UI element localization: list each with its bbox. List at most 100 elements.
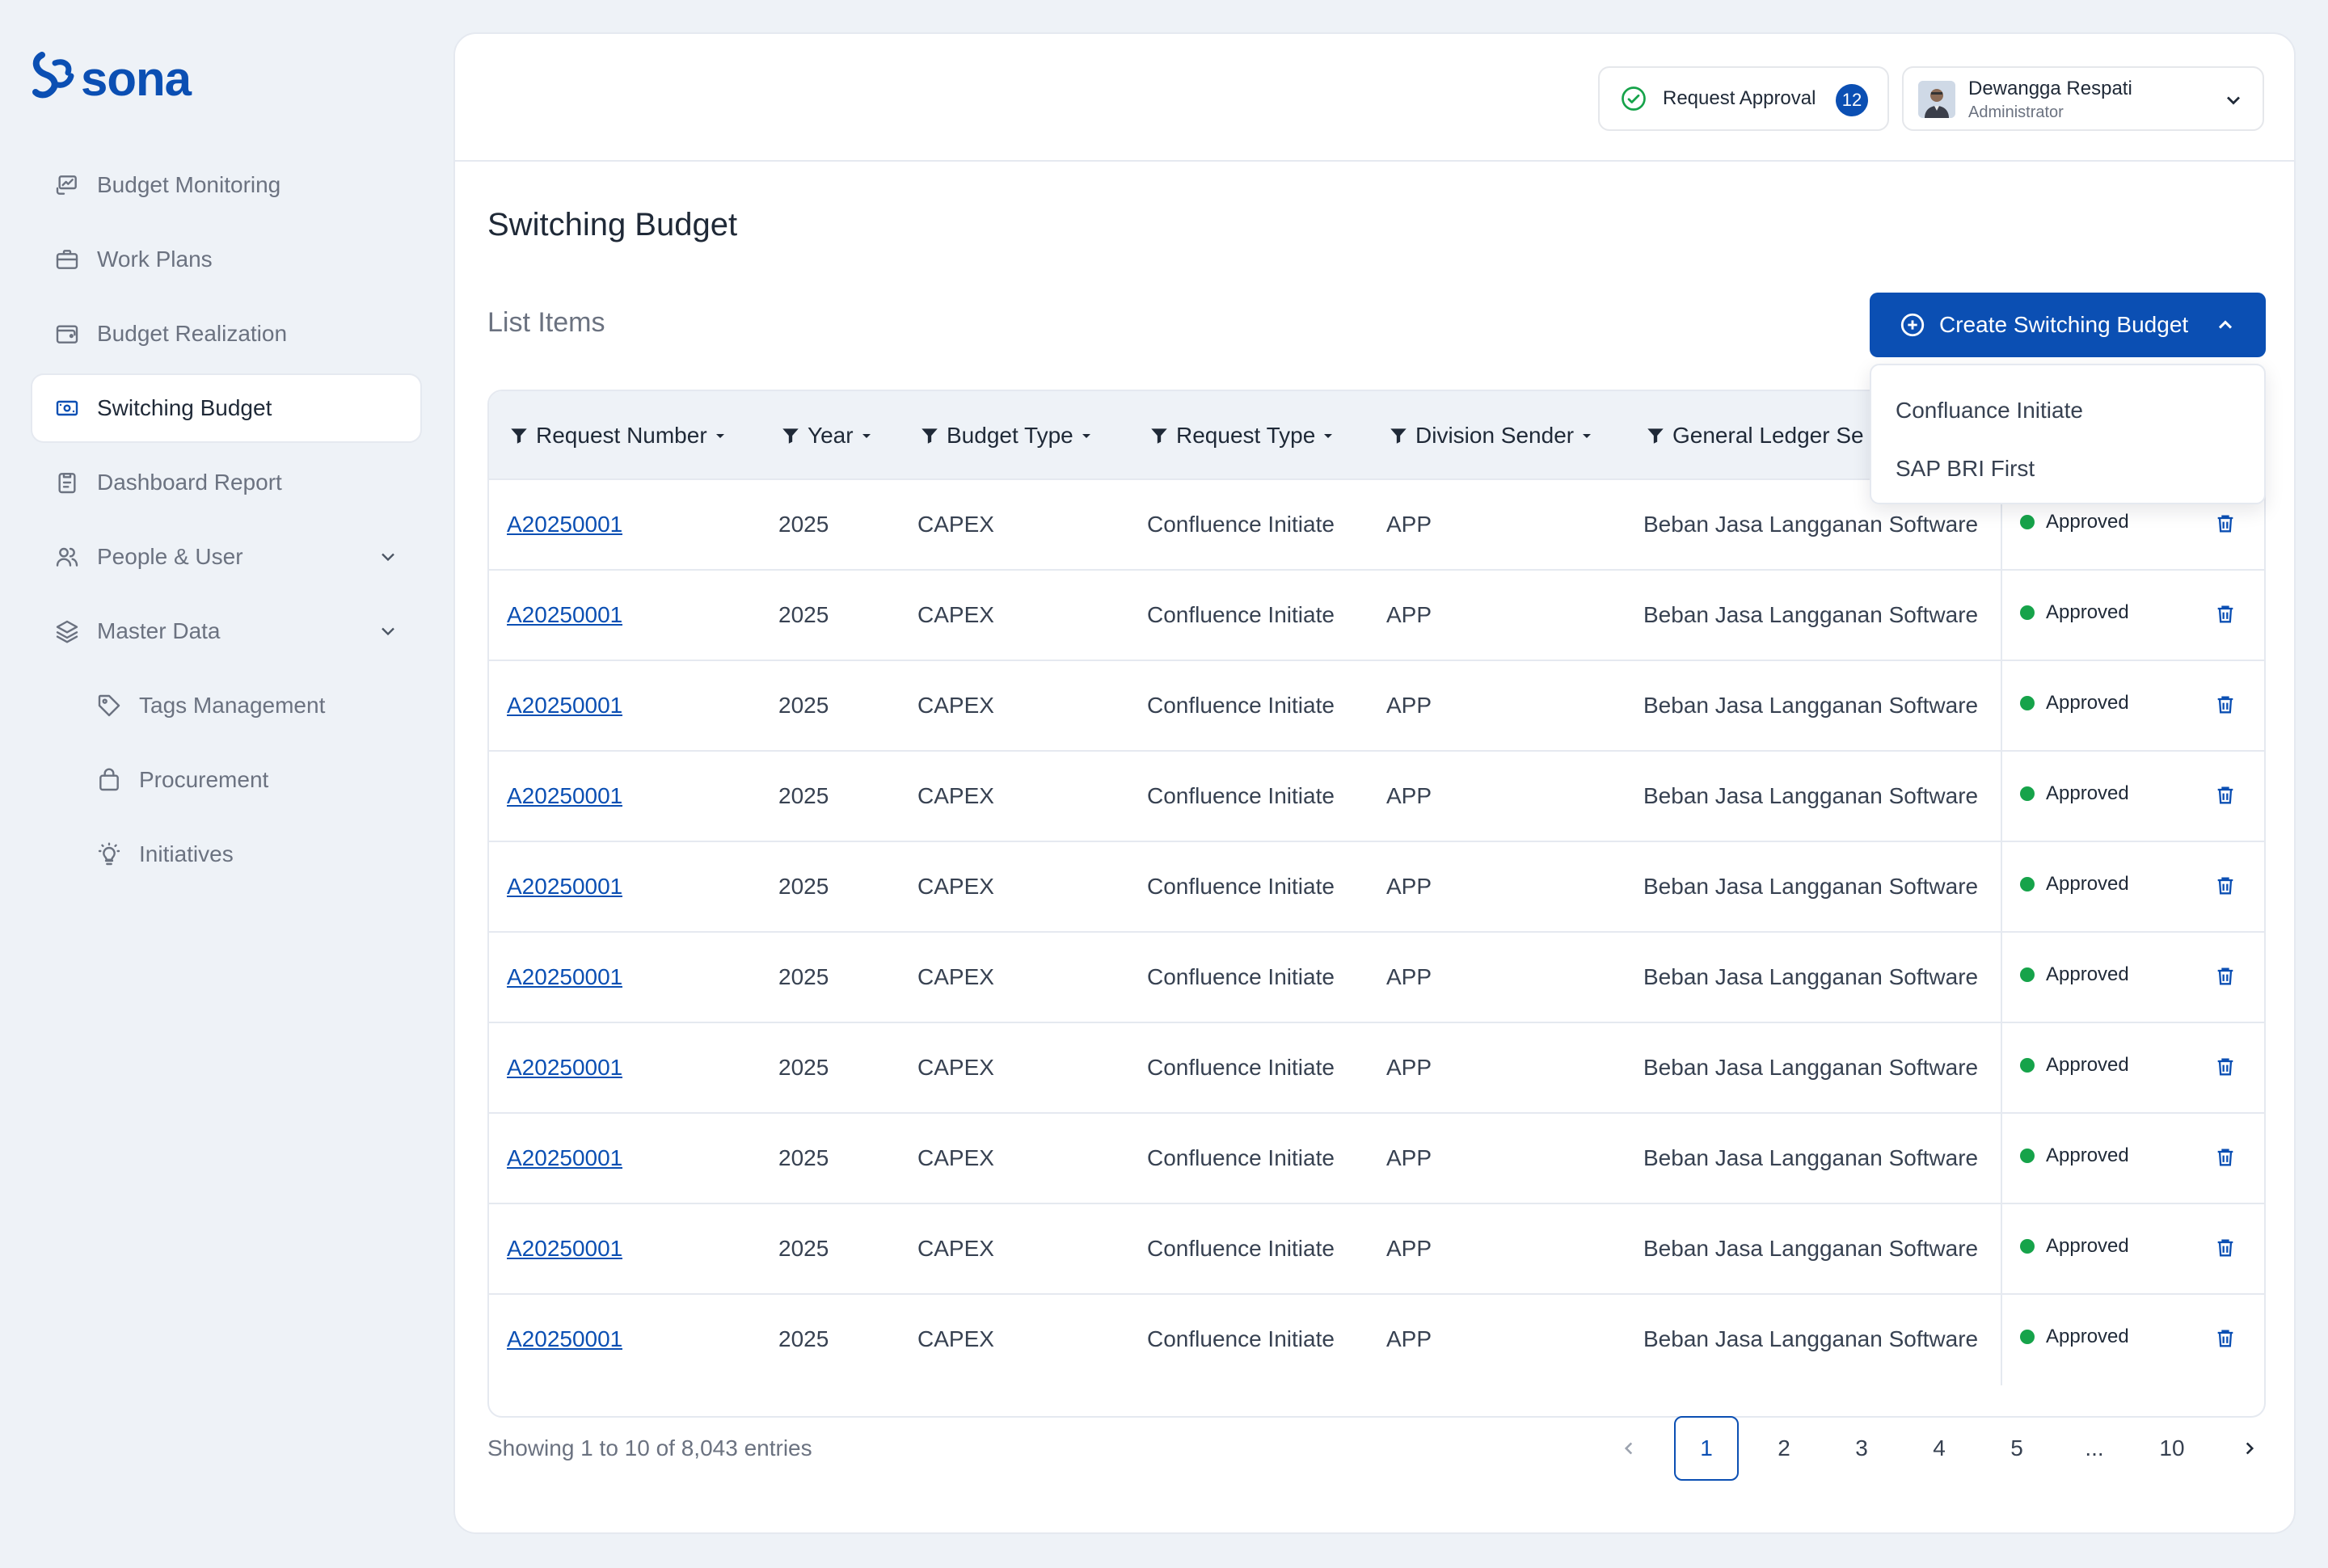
sort-caret-icon[interactable] (1580, 429, 1593, 442)
filter-icon[interactable] (1149, 425, 1170, 446)
sidebar-item-master-data[interactable]: Master Data (32, 598, 420, 664)
filter-icon[interactable] (1645, 425, 1666, 446)
year-cell: 2025 (778, 964, 829, 989)
status-dot (2020, 967, 2035, 982)
user-menu[interactable]: Dewangga Respati Administrator (1902, 66, 2264, 131)
next-page-button[interactable] (2217, 1416, 2282, 1481)
page-button-10[interactable]: 10 (2140, 1416, 2204, 1481)
request-type-cell: Confluence Initiate (1147, 512, 1335, 537)
menu-item-confluance-initiate[interactable]: Confluance Initiate (1871, 381, 2264, 440)
entries-summary: Showing 1 to 10 of 8,043 entries (487, 1435, 812, 1461)
division-sender-cell: APP (1386, 693, 1432, 718)
sidebar-nav: Budget Monitoring Work Plans Budget Real… (32, 152, 420, 896)
general-ledger-cell: Beban Jasa Langganan Software (1643, 693, 1979, 718)
briefcase-icon (53, 246, 81, 273)
column-header-request-number[interactable]: Request Number (508, 391, 727, 480)
sidebar-item-switching-budget[interactable]: Switching Budget (32, 375, 420, 441)
page-button-4[interactable]: 4 (1907, 1416, 1972, 1481)
status-badge: Approved (2020, 692, 2129, 714)
sidebar-item-dashboard-report[interactable]: Dashboard Report (32, 449, 420, 516)
year-cell: 2025 (778, 512, 829, 537)
sort-caret-icon[interactable] (1322, 429, 1335, 442)
menu-item-sap-bri-first[interactable]: SAP BRI First (1871, 440, 2264, 498)
sidebar-item-initiatives[interactable]: Initiatives (32, 821, 420, 887)
page-title: Switching Budget (487, 207, 738, 242)
trash-icon[interactable] (2214, 512, 2238, 537)
column-header-general-ledger[interactable]: General Ledger Se (1645, 391, 1864, 480)
trash-icon[interactable] (2214, 1146, 2238, 1170)
page-button-1[interactable]: 1 (1674, 1416, 1739, 1481)
sidebar-item-work-plans[interactable]: Work Plans (32, 226, 420, 293)
status-label: Approved (2046, 511, 2129, 533)
sidebar-item-label: Work Plans (97, 247, 213, 272)
shopping-bag-icon (95, 766, 123, 794)
request-number-link[interactable]: A20250001 (507, 842, 622, 931)
sidebar-item-people-user[interactable]: People & User (32, 524, 420, 590)
request-approval-button[interactable]: Request Approval 12 (1598, 66, 1889, 131)
filter-icon[interactable] (508, 425, 529, 446)
trash-icon[interactable] (2214, 603, 2238, 627)
page-button-3[interactable]: 3 (1829, 1416, 1894, 1481)
sona-logo-mark-icon (32, 52, 74, 99)
chevron-down-icon[interactable] (377, 620, 399, 643)
chevron-up-icon (2214, 314, 2237, 336)
table-row: A20250001 2025 CAPEX Confluence Initiate APP… (489, 752, 2264, 842)
column-header-request-type[interactable]: Request Type (1149, 391, 1335, 480)
sidebar-item-budget-realization[interactable]: Budget Realization (32, 301, 420, 367)
sona-logo[interactable]: sona (31, 50, 192, 107)
column-header-year[interactable]: Year (780, 391, 873, 480)
sidebar-item-procurement[interactable]: Procurement (32, 747, 420, 813)
column-header-division-sender[interactable]: Division Sender (1388, 391, 1593, 480)
chevron-down-icon[interactable] (377, 546, 399, 568)
year-cell: 2025 (778, 693, 829, 718)
request-type-cell: Confluence Initiate (1147, 1145, 1335, 1170)
sort-caret-icon[interactable] (714, 429, 727, 442)
page-button-5[interactable]: 5 (1984, 1416, 2049, 1481)
trash-icon[interactable] (2214, 965, 2238, 989)
trash-icon[interactable] (2214, 693, 2238, 718)
sidebar-item-budget-monitoring[interactable]: Budget Monitoring (32, 152, 420, 218)
request-number-link[interactable]: A20250001 (507, 752, 622, 841)
division-sender-cell: APP (1386, 602, 1432, 627)
request-number-link[interactable]: A20250001 (507, 1023, 622, 1112)
chevron-down-icon[interactable] (2222, 89, 2245, 112)
create-switching-budget-button[interactable]: Create Switching Budget (1870, 293, 2266, 357)
trash-icon[interactable] (2214, 1237, 2238, 1261)
column-label: Division Sender (1415, 423, 1575, 448)
trash-icon[interactable] (2214, 1327, 2238, 1351)
trash-icon[interactable] (2214, 875, 2238, 899)
request-number-link[interactable]: A20250001 (507, 571, 622, 660)
row-actions: Approved (2001, 752, 2264, 841)
create-button-label: Create Switching Budget (1939, 312, 2189, 337)
status-dot (2020, 786, 2035, 801)
plus-circle-icon (1899, 311, 1926, 339)
request-type-cell: Confluence Initiate (1147, 1326, 1335, 1351)
request-number-link[interactable]: A20250001 (507, 661, 622, 750)
general-ledger-cell: Beban Jasa Langganan Software (1643, 964, 1979, 989)
prev-page-button[interactable] (1596, 1416, 1661, 1481)
sort-caret-icon[interactable] (1080, 429, 1093, 442)
filter-icon[interactable] (919, 425, 940, 446)
request-number-link[interactable]: A20250001 (507, 1295, 622, 1384)
request-number-link[interactable]: A20250001 (507, 1204, 622, 1293)
column-header-budget-type[interactable]: Budget Type (919, 391, 1093, 480)
request-number-link[interactable]: A20250001 (507, 1114, 622, 1203)
sidebar-item-tags-management[interactable]: Tags Management (32, 672, 420, 739)
division-sender-cell: APP (1386, 964, 1432, 989)
page-button-2[interactable]: 2 (1752, 1416, 1816, 1481)
filter-icon[interactable] (780, 425, 801, 446)
pagination: 1 2 3 4 5 ... 10 (1596, 1416, 2294, 1481)
avatar (1918, 81, 1955, 118)
status-badge: Approved (2020, 963, 2129, 986)
request-type-cell: Confluence Initiate (1147, 693, 1335, 718)
table-row: A20250001 2025 CAPEX Confluence Initiate APP… (489, 1204, 2264, 1295)
request-number-link[interactable]: A20250001 (507, 480, 622, 569)
status-label: Approved (2046, 692, 2129, 714)
request-number-link[interactable]: A20250001 (507, 933, 622, 1022)
sort-caret-icon[interactable] (860, 429, 873, 442)
trash-icon[interactable] (2214, 784, 2238, 808)
trash-icon[interactable] (2214, 1056, 2238, 1080)
filter-icon[interactable] (1388, 425, 1409, 446)
sidebar-item-label: Switching Budget (97, 395, 272, 420)
lightbulb-icon (95, 841, 123, 868)
